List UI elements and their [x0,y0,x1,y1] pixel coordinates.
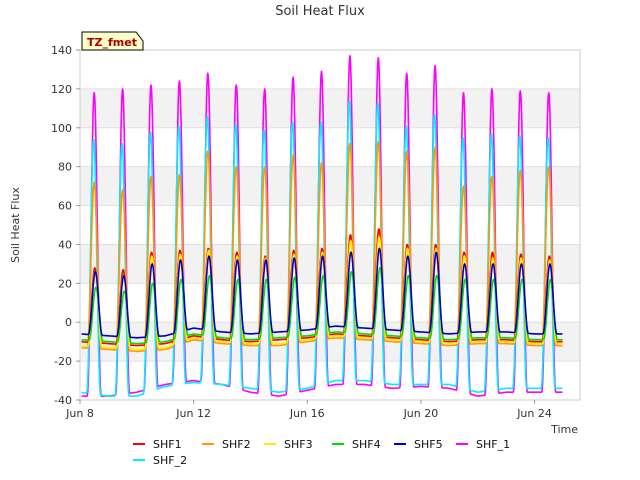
y-tick-label: 60 [58,200,72,213]
annotation-text: TZ_fmet [87,36,137,49]
y-axis-label: Soil Heat Flux [9,187,22,263]
y-tick-label: -40 [54,394,72,407]
legend-label: SHF_1 [476,438,510,451]
legend-label: SHF1 [153,438,182,451]
y-tick-label: 140 [51,44,72,57]
legend-label: SHF4 [352,438,381,451]
legend-label: SHF2 [222,438,251,451]
y-tick-label: 100 [51,122,72,135]
legend: SHF1 SHF2 SHF3 SHF4 SHF5 SHF_1 SHF_2 [133,438,510,467]
grid-band [80,88,580,128]
legend-label: SHF5 [414,438,443,451]
y-tick-label: 0 [65,316,72,329]
x-tick-label: Jun 24 [516,407,552,420]
x-tick-label: Jun 20 [403,407,439,420]
y-tick-label: 40 [58,238,72,251]
grid-band [80,166,580,206]
y-tick-label: 80 [58,161,72,174]
chart-title: Soil Heat Flux [275,4,365,19]
y-tick-label: -20 [54,355,72,368]
soil-heat-flux-chart: -40-20020406080100120140 Jun 8 Jun 12 Jun … [9,4,581,467]
x-tick-label: Jun 16 [289,407,325,420]
x-axis-label: Time [550,423,578,436]
tz-fmet-annotation: TZ_fmet [81,31,144,51]
y-tick-label: 120 [51,83,72,96]
y-axis: -40 -20 0 20 40 60 80 100 120 140 [51,44,80,407]
legend-label: SHF_2 [153,454,187,467]
y-tick-label: 20 [58,277,72,290]
x-tick-label: Jun 8 [65,407,94,420]
legend-label: SHF3 [284,438,313,451]
x-tick-label: Jun 12 [175,407,211,420]
x-axis: Jun 8 Jun 12 Jun 16 Jun 20 Jun 24 [65,400,552,420]
